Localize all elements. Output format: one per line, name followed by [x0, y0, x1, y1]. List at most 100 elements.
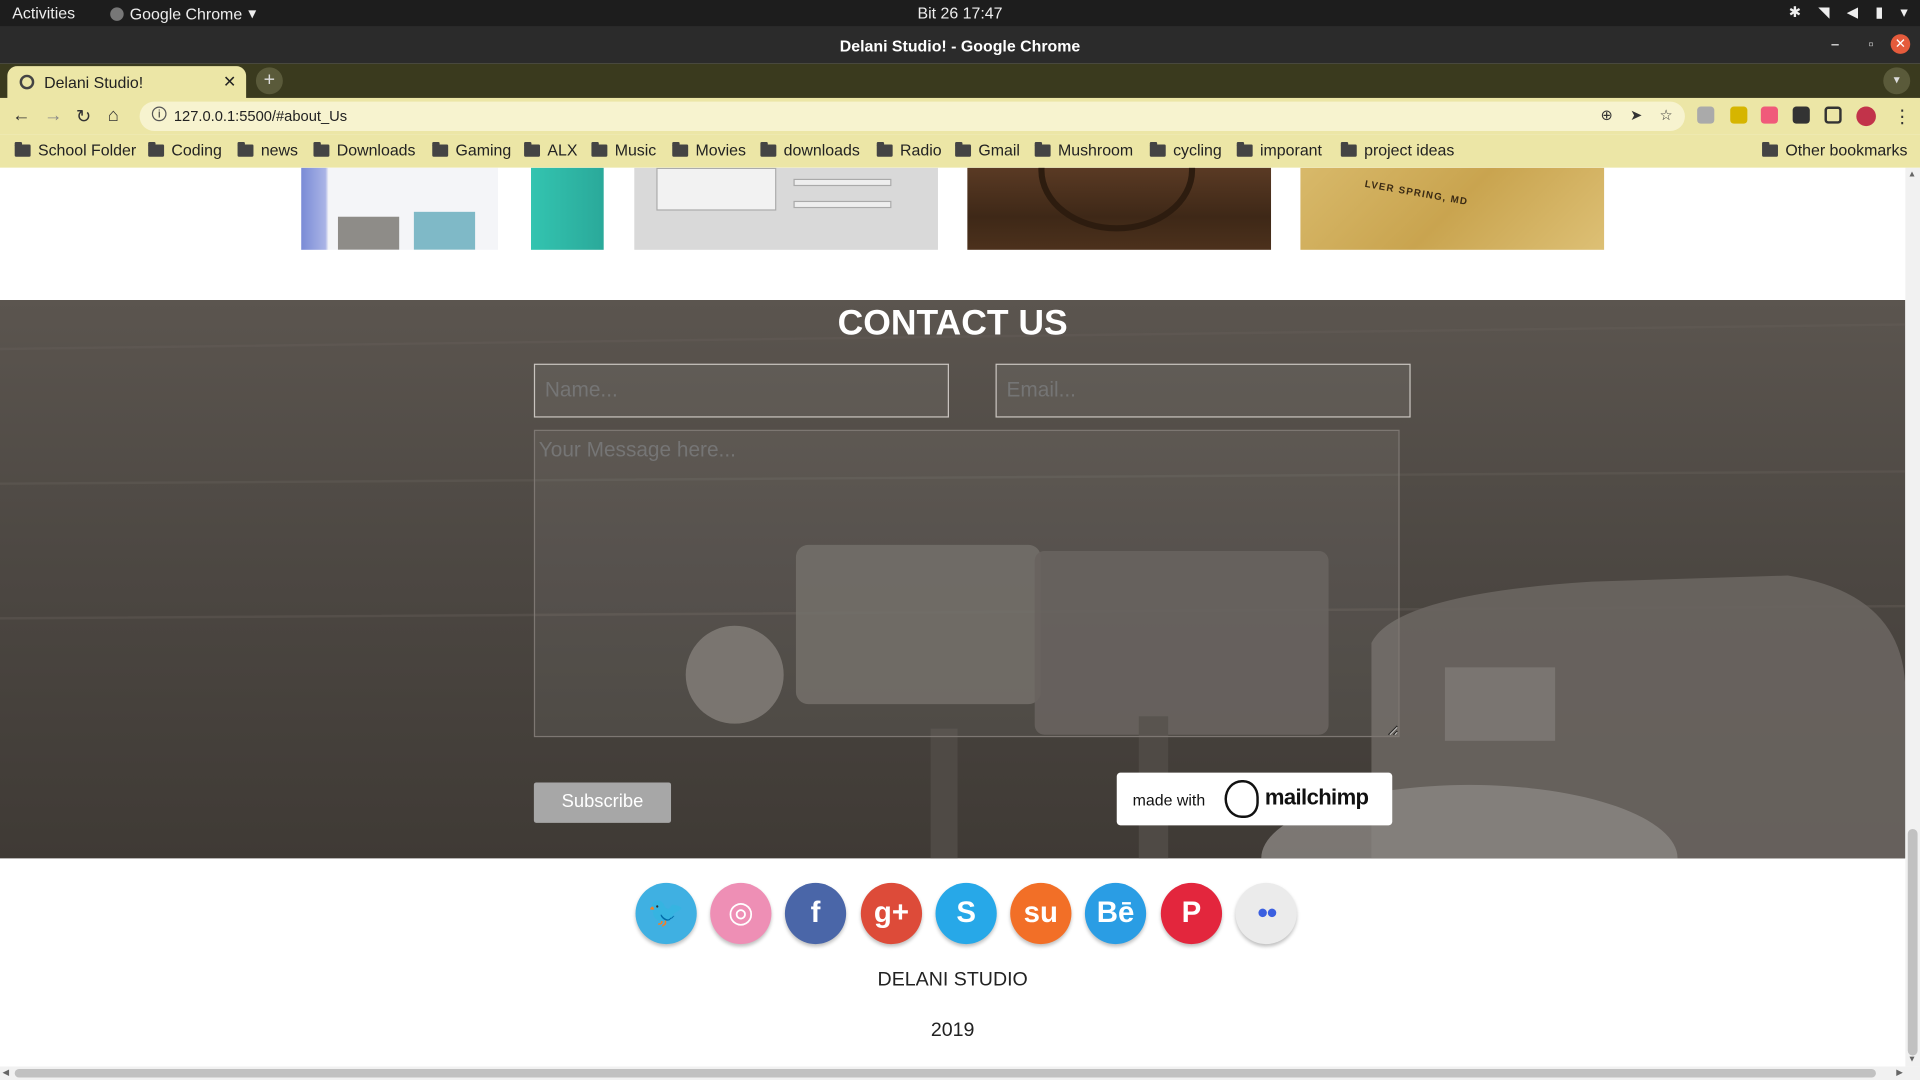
form-mockup	[656, 167, 777, 211]
slider-mockup	[793, 178, 892, 187]
battery-icon: ▮	[1875, 3, 1884, 21]
home-button[interactable]: ⌂	[108, 105, 119, 126]
dribbble-icon[interactable]: ◎	[710, 882, 772, 945]
bookmark-folder[interactable]: Music	[591, 141, 656, 159]
bookmark-folder[interactable]: School Folder	[14, 141, 136, 159]
reload-button[interactable]: ↻	[76, 105, 91, 128]
other-bookmarks[interactable]: Other bookmarks	[1762, 141, 1907, 159]
contact-heading: CONTACT US	[837, 303, 1068, 343]
folder-icon	[760, 141, 777, 157]
bookmark-folder[interactable]: Gaming	[432, 141, 511, 159]
bookmark-folder[interactable]: Downloads	[313, 141, 416, 159]
mailchimp-badge[interactable]: made with mailchimp	[1116, 772, 1393, 826]
twitter-icon[interactable]: 🐦	[635, 882, 697, 945]
folder-icon	[1340, 141, 1357, 157]
scroll-down-arrow-icon[interactable]: ▼	[1908, 1056, 1916, 1065]
horizontal-scroll-thumb[interactable]	[14, 1068, 1876, 1078]
close-window-button[interactable]: ✕	[1890, 34, 1911, 54]
url-text[interactable]: 127.0.0.1:5500/#about_Us	[174, 108, 347, 125]
portfolio-image-stamp[interactable]: LVER SPRING, MD	[1300, 167, 1605, 250]
mailchimp-wordmark: mailchimp	[1264, 784, 1369, 810]
record-extension-icon[interactable]	[1760, 106, 1778, 124]
bookmark-folder[interactable]: Mushroom	[1034, 141, 1133, 159]
pinterest-icon[interactable]: P	[1160, 882, 1223, 945]
bookmark-folder[interactable]: news	[237, 141, 298, 159]
adblock-extension-icon[interactable]	[1697, 106, 1715, 124]
scroll-up-arrow-icon[interactable]: ▲	[1908, 170, 1916, 179]
wifi-icon: ◥	[1818, 3, 1830, 21]
tab-title: Delani Studio!	[44, 73, 144, 92]
name-field[interactable]	[533, 363, 949, 418]
tab-search-button[interactable]: ▾	[1883, 67, 1911, 95]
scroll-right-arrow-icon[interactable]: ▶	[1896, 1068, 1903, 1078]
profile-avatar[interactable]	[1856, 106, 1876, 127]
photo-placeholder	[413, 211, 476, 250]
folder-icon	[237, 141, 254, 157]
zoom-icon[interactable]: ⊕	[1601, 107, 1613, 124]
folder-icon	[1034, 141, 1051, 157]
window-title: Delani Studio! - Google Chrome	[839, 36, 1081, 56]
scroll-left-arrow-icon[interactable]: ◀	[2, 1068, 9, 1078]
new-tab-button[interactable]: +	[255, 67, 283, 95]
bookmark-folder[interactable]: Gmail	[955, 141, 1020, 159]
clock[interactable]: Bit 26 17:47	[0, 4, 1920, 22]
skype-icon[interactable]: S	[935, 882, 997, 945]
message-field[interactable]	[533, 429, 1400, 738]
favicon-icon	[19, 74, 35, 90]
logo-mockup-seal	[1038, 167, 1196, 232]
folder-icon	[313, 141, 330, 157]
maximize-button[interactable]: ▫	[1868, 36, 1873, 53]
bookmark-folder[interactable]: cycling	[1149, 141, 1222, 159]
address-bar[interactable]: i 127.0.0.1:5500/#about_Us ⊕ ➤ ☆	[139, 101, 1685, 132]
system-tray[interactable]: ✱ ◥ ◀ ▮ ▾	[1789, 4, 1908, 21]
minimize-button[interactable]: –	[1831, 36, 1839, 53]
folder-icon	[672, 141, 689, 157]
site-info-icon[interactable]: i	[151, 106, 167, 122]
bookmark-folder[interactable]: ALX	[524, 141, 577, 159]
extension-icon[interactable]	[1730, 106, 1748, 124]
back-button[interactable]: ←	[12, 105, 30, 126]
bookmarks-bar: School Folder Coding news Downloads Gami…	[0, 134, 1920, 168]
menu-kebab-icon[interactable]: ⋮	[1893, 105, 1911, 128]
email-field[interactable]	[995, 363, 1411, 418]
portfolio-image-form-ui[interactable]	[634, 167, 938, 250]
flickr-icon[interactable]: ●●	[1235, 882, 1297, 945]
footer-year: 2019	[930, 1020, 975, 1041]
subscribe-button[interactable]: Subscribe	[533, 782, 672, 823]
bookmark-folder[interactable]: Coding	[148, 141, 222, 159]
vertical-scroll-thumb[interactable]	[1907, 828, 1918, 1056]
side-panel-icon[interactable]	[1824, 106, 1842, 124]
bookmark-star-icon[interactable]: ☆	[1659, 107, 1672, 124]
stumbleupon-icon[interactable]: su	[1010, 882, 1072, 945]
behance-icon[interactable]: Bē	[1084, 882, 1147, 945]
folder-icon	[14, 141, 31, 157]
google-plus-icon[interactable]: g+	[860, 882, 923, 945]
bookmark-folder[interactable]: imporant	[1236, 141, 1322, 159]
bookmark-folder[interactable]: Radio	[876, 141, 942, 159]
volume-icon: ◀	[1846, 3, 1859, 21]
facebook-icon[interactable]: f	[784, 882, 847, 945]
bookmark-folder[interactable]: Movies	[672, 141, 746, 159]
slider-mockup	[793, 200, 892, 209]
close-tab-icon[interactable]: ✕	[223, 72, 236, 92]
portfolio-image-web-ui[interactable]	[301, 167, 604, 250]
tab-strip: Delani Studio! ✕	[0, 63, 1920, 98]
window-titlebar: Delani Studio! - Google Chrome – ▫ ✕	[0, 26, 1920, 64]
folder-icon	[1762, 141, 1778, 157]
made-with-label: made with	[1132, 791, 1206, 810]
folder-icon	[1149, 141, 1166, 157]
forward-button[interactable]: →	[44, 105, 62, 126]
puzzle-extensions-icon[interactable]	[1792, 106, 1810, 124]
folder-icon	[1236, 141, 1253, 157]
bookmark-folder[interactable]: project ideas	[1340, 141, 1454, 159]
web-page: LVER SPRING, MD CONTACT US Subscribe mad…	[0, 167, 1906, 1067]
portfolio-image-logo-mockup[interactable]	[967, 167, 1272, 250]
bookmark-folder[interactable]: downloads	[760, 141, 860, 159]
send-icon[interactable]: ➤	[1630, 107, 1642, 124]
folder-icon	[432, 141, 449, 157]
photo-placeholder	[337, 216, 400, 250]
tab-delani-studio[interactable]: Delani Studio! ✕	[7, 66, 247, 98]
horizontal-scrollbar[interactable]: ◀ ▶	[0, 1066, 1920, 1080]
vertical-scrollbar[interactable]: ▲ ▼	[1905, 167, 1920, 1067]
folder-icon	[591, 141, 608, 157]
